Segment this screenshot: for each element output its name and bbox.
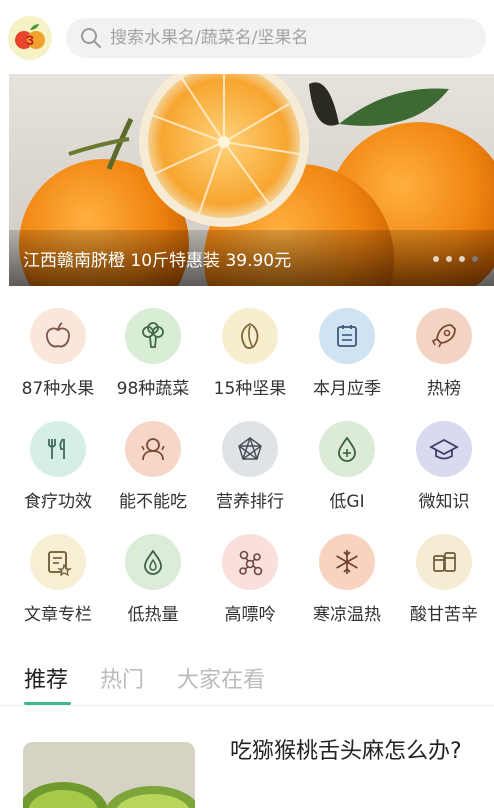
app-logo[interactable]: 3: [8, 16, 52, 60]
tab-hot[interactable]: 热门: [100, 662, 144, 694]
article-title: 吃猕猴桃舌头麻怎么办?: [230, 739, 462, 764]
flame-drop-icon: [125, 534, 181, 590]
broccoli-icon: [125, 308, 181, 364]
category-label: 低GI: [329, 492, 365, 512]
banner-caption: 江西赣南脐橙 10斤特惠装 39.90元: [9, 230, 494, 286]
network-icon: [222, 421, 278, 477]
category-cold-warm[interactable]: 寒凉温热: [298, 534, 396, 634]
rocket-icon: [416, 308, 472, 364]
article-icon: [30, 534, 86, 590]
banner-dot[interactable]: [446, 256, 452, 262]
category-label: 寒凉温热: [313, 605, 381, 625]
category-nuts[interactable]: 15种坚果: [201, 308, 299, 408]
article-thumbnail: [23, 742, 195, 808]
category-vegetables[interactable]: 98种蔬菜: [104, 308, 202, 408]
molecule-icon: [222, 534, 278, 590]
category-hot-list[interactable]: 热榜: [395, 308, 493, 408]
tab-active-indicator: [24, 702, 71, 705]
category-label: 酸甘苦辛: [410, 605, 478, 625]
article-card[interactable]: 吃猕猴桃舌头麻怎么办?: [0, 706, 494, 808]
category-label: 食疗功效: [24, 492, 92, 512]
calendar-icon: [319, 308, 375, 364]
utensils-icon: [30, 421, 86, 477]
tab-recommended[interactable]: 推荐: [24, 662, 68, 694]
jars-icon: [416, 534, 472, 590]
category-fruits[interactable]: 87种水果: [9, 308, 107, 408]
banner-dot[interactable]: [433, 256, 439, 262]
category-label: 15种坚果: [213, 379, 287, 399]
app-logo-text: 3: [26, 32, 34, 48]
app-header: 3: [0, 0, 494, 74]
category-label: 98种蔬菜: [116, 379, 190, 399]
drop-plus-icon: [319, 421, 375, 477]
tab-trending[interactable]: 大家在看: [177, 662, 265, 694]
category-label: 微知识: [418, 492, 470, 512]
category-label: 本月应季: [313, 379, 381, 399]
banner-dot[interactable]: [459, 256, 465, 262]
apple-icon: [30, 308, 86, 364]
nut-icon: [222, 308, 278, 364]
feed-tabs: 推荐 热门 大家在看: [0, 654, 494, 706]
category-label: 热榜: [427, 379, 461, 399]
category-label: 低热量: [127, 605, 179, 625]
promo-banner[interactable]: 江西赣南脐橙 10斤特惠装 39.90元: [9, 74, 494, 286]
category-nutrition-rank[interactable]: 营养排行: [201, 421, 299, 521]
category-label: 高嘌呤: [224, 605, 276, 625]
category-label: 87种水果: [21, 379, 95, 399]
category-diet-therapy[interactable]: 食疗功效: [9, 421, 107, 521]
search-bar[interactable]: [66, 18, 486, 58]
category-label: 能不能吃: [119, 492, 187, 512]
category-label: 营养排行: [216, 492, 284, 512]
category-label: 文章专栏: [24, 605, 92, 625]
banner-pagination: [433, 256, 478, 262]
snowflake-icon: [319, 534, 375, 590]
category-low-calorie[interactable]: 低热量: [104, 534, 202, 634]
category-taste[interactable]: 酸甘苦辛: [395, 534, 493, 634]
banner-caption-text: 江西赣南脐橙 10斤特惠装 39.90元: [23, 250, 292, 271]
category-can-eat[interactable]: 能不能吃: [104, 421, 202, 521]
search-icon: [81, 28, 101, 48]
category-high-purine[interactable]: 高嘌呤: [201, 534, 299, 634]
category-low-gi[interactable]: 低GI: [298, 421, 396, 521]
search-input[interactable]: [110, 28, 470, 48]
graduation-cap-icon: [416, 421, 472, 477]
person-icon: [125, 421, 181, 477]
app-logo-icon: 3: [15, 24, 45, 49]
banner-dot-active[interactable]: [472, 256, 478, 262]
category-seasonal[interactable]: 本月应季: [298, 308, 396, 408]
category-knowledge[interactable]: 微知识: [395, 421, 493, 521]
category-articles[interactable]: 文章专栏: [9, 534, 107, 634]
